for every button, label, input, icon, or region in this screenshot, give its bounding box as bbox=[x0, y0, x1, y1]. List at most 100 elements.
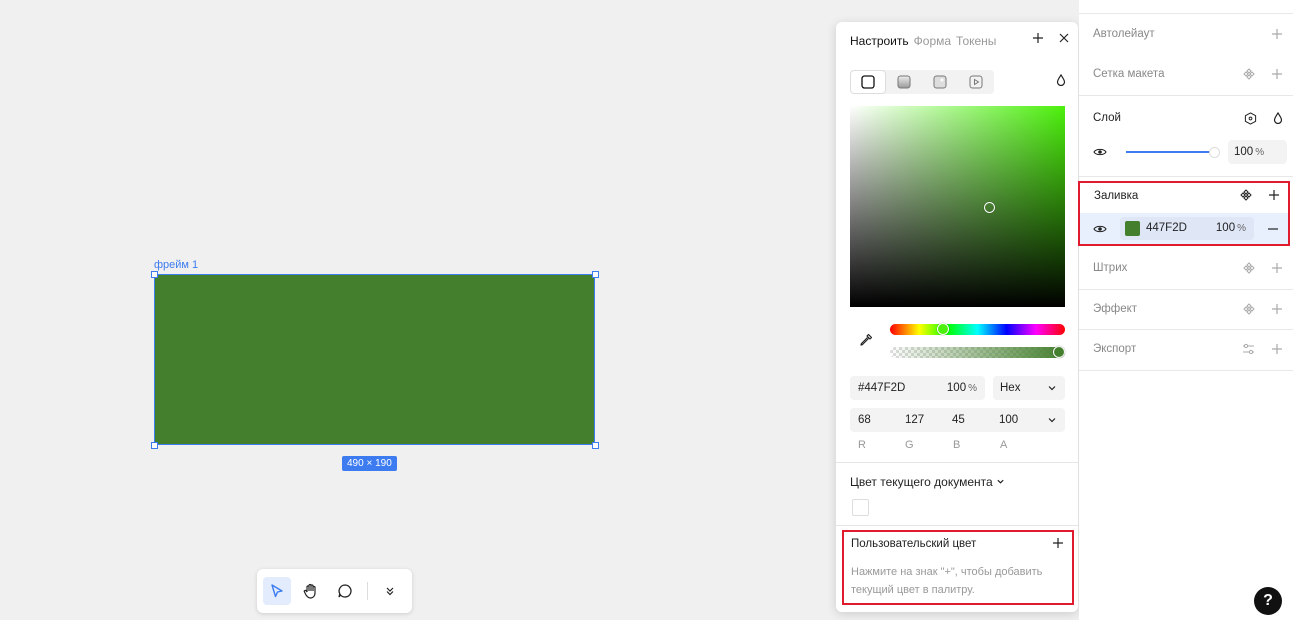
custom-color-section: Пользовательский цвет Нажмите на знак "+… bbox=[842, 530, 1074, 605]
size-badge: 490 × 190 bbox=[342, 456, 397, 471]
help-button[interactable]: ? bbox=[1254, 587, 1282, 615]
document-color-swatch[interactable] bbox=[852, 499, 869, 516]
r-value[interactable]: 68 bbox=[858, 408, 871, 432]
component-icon[interactable] bbox=[1243, 68, 1255, 80]
picker-header-actions bbox=[1032, 32, 1070, 44]
fill-color-swatch[interactable] bbox=[1125, 221, 1140, 236]
plus-icon[interactable] bbox=[1271, 343, 1283, 355]
alpha-slider-thumb[interactable] bbox=[1053, 346, 1065, 358]
fill-section: Заливка 447F2D 100% bbox=[1078, 181, 1290, 246]
fill-type-selector bbox=[850, 70, 994, 94]
drop-icon[interactable] bbox=[1273, 112, 1283, 124]
color-picker-panel: Настроить Форма Токены #447F2D 100% Hex … bbox=[836, 22, 1078, 612]
a-value[interactable]: 100 bbox=[999, 408, 1018, 432]
blend-mode-icon[interactable] bbox=[1244, 111, 1257, 125]
autolayout-section: Автолейаут bbox=[1079, 14, 1293, 54]
divider bbox=[1079, 95, 1293, 96]
solid-fill-icon bbox=[861, 75, 875, 89]
plus-icon[interactable] bbox=[1032, 32, 1044, 44]
autolayout-title: Автолейаут bbox=[1093, 28, 1155, 40]
tab-tokens[interactable]: Токены bbox=[956, 34, 996, 48]
image-fill-icon bbox=[933, 75, 947, 89]
resize-handle-bottom-right[interactable] bbox=[592, 442, 599, 449]
layer-opacity-input[interactable]: 100% bbox=[1228, 140, 1287, 164]
custom-color-hint: Нажмите на знак "+", чтобы добавить теку… bbox=[851, 566, 1043, 596]
saturation-value-thumb[interactable] bbox=[984, 202, 995, 213]
tab-shape[interactable]: Форма bbox=[914, 34, 951, 48]
saturation-value-area[interactable] bbox=[850, 106, 1065, 307]
close-icon[interactable] bbox=[1058, 32, 1070, 44]
toolbar-separator bbox=[367, 582, 368, 600]
hex-input-field[interactable]: #447F2D 100% bbox=[850, 376, 985, 400]
properties-panel: Автолейаут Сетка макета Слой 100% Штрих bbox=[1079, 0, 1293, 620]
fill-color-field[interactable]: 447F2D 100% bbox=[1120, 217, 1254, 240]
fill-hex-value[interactable]: 447F2D bbox=[1146, 217, 1187, 240]
g-value[interactable]: 127 bbox=[905, 408, 924, 432]
gradient-fill-button[interactable] bbox=[886, 70, 922, 94]
bottom-toolbar bbox=[257, 569, 412, 613]
fill-layer-row[interactable]: 447F2D 100% bbox=[1080, 213, 1288, 244]
layer-opacity-row: 100% bbox=[1079, 136, 1293, 168]
stroke-section: Штрих bbox=[1079, 248, 1293, 288]
b-value[interactable]: 45 bbox=[952, 408, 965, 432]
hand-tool-button[interactable] bbox=[297, 577, 325, 605]
label-g: G bbox=[905, 439, 914, 451]
hue-slider[interactable] bbox=[890, 323, 1065, 335]
effect-title: Эффект bbox=[1093, 303, 1138, 315]
component-icon[interactable] bbox=[1243, 262, 1255, 274]
hex-value: #447F2D bbox=[858, 382, 906, 394]
rgba-input-field[interactable]: 68 127 45 100 bbox=[850, 408, 1065, 432]
label-r: R bbox=[858, 439, 866, 451]
video-fill-icon bbox=[969, 75, 983, 89]
eye-icon[interactable] bbox=[1093, 147, 1107, 157]
grid-section: Сетка макета bbox=[1079, 54, 1293, 94]
image-fill-button[interactable] bbox=[922, 70, 958, 94]
hand-icon bbox=[303, 583, 316, 599]
export-section: Экспорт bbox=[1079, 329, 1293, 369]
more-tools-button[interactable] bbox=[376, 577, 404, 605]
add-custom-color-icon[interactable] bbox=[1052, 537, 1064, 549]
resize-handle-top-right[interactable] bbox=[592, 271, 599, 278]
layer-opacity-slider-knob[interactable] bbox=[1209, 147, 1220, 158]
custom-color-title: Пользовательский цвет bbox=[851, 538, 977, 550]
resize-handle-bottom-left[interactable] bbox=[151, 442, 158, 449]
alpha-slider[interactable] bbox=[890, 346, 1065, 358]
divider bbox=[1079, 370, 1293, 371]
chevron-down-icon[interactable] bbox=[1047, 415, 1057, 425]
eyedropper-icon[interactable] bbox=[858, 332, 874, 348]
plus-icon[interactable] bbox=[1271, 303, 1283, 315]
eye-icon[interactable] bbox=[1093, 224, 1107, 234]
select-icon bbox=[271, 584, 283, 598]
resize-handle-top-left[interactable] bbox=[151, 271, 158, 278]
solid-fill-button[interactable] bbox=[850, 70, 886, 94]
tab-customize[interactable]: Настроить bbox=[850, 34, 909, 48]
component-icon[interactable] bbox=[1243, 303, 1255, 315]
divider bbox=[1079, 176, 1293, 177]
minus-icon[interactable] bbox=[1267, 223, 1279, 235]
divider bbox=[836, 462, 1078, 463]
fill-title: Заливка bbox=[1094, 190, 1139, 202]
comment-tool-button[interactable] bbox=[331, 577, 359, 605]
hue-slider-thumb[interactable] bbox=[937, 323, 949, 335]
video-fill-button[interactable] bbox=[958, 70, 994, 94]
picker-tabs: Настроить Форма Токены bbox=[850, 34, 996, 48]
label-b: B bbox=[953, 439, 961, 451]
plus-icon[interactable] bbox=[1271, 68, 1283, 80]
chevron-double-down-icon bbox=[386, 587, 394, 596]
plus-icon[interactable] bbox=[1268, 189, 1280, 201]
plus-icon[interactable] bbox=[1271, 28, 1283, 40]
component-icon[interactable] bbox=[1240, 189, 1252, 201]
select-tool-button[interactable] bbox=[263, 577, 291, 605]
grid-title: Сетка макета bbox=[1093, 68, 1165, 80]
frame-label[interactable]: фрейм 1 bbox=[154, 259, 198, 271]
blend-mode-drop-icon[interactable] bbox=[1056, 74, 1066, 86]
plus-icon[interactable] bbox=[1271, 262, 1283, 274]
frame-1[interactable] bbox=[154, 274, 595, 445]
settings-sliders-icon[interactable] bbox=[1242, 343, 1255, 355]
layer-opacity-slider[interactable] bbox=[1126, 151, 1210, 153]
color-format-select[interactable]: Hex bbox=[993, 376, 1065, 400]
layer-section: Слой bbox=[1079, 98, 1293, 138]
fill-opacity-value[interactable]: 100% bbox=[1216, 217, 1246, 240]
chevron-down-icon bbox=[997, 479, 1004, 484]
document-colors-toggle[interactable]: Цвет текущего документа bbox=[850, 475, 1005, 489]
